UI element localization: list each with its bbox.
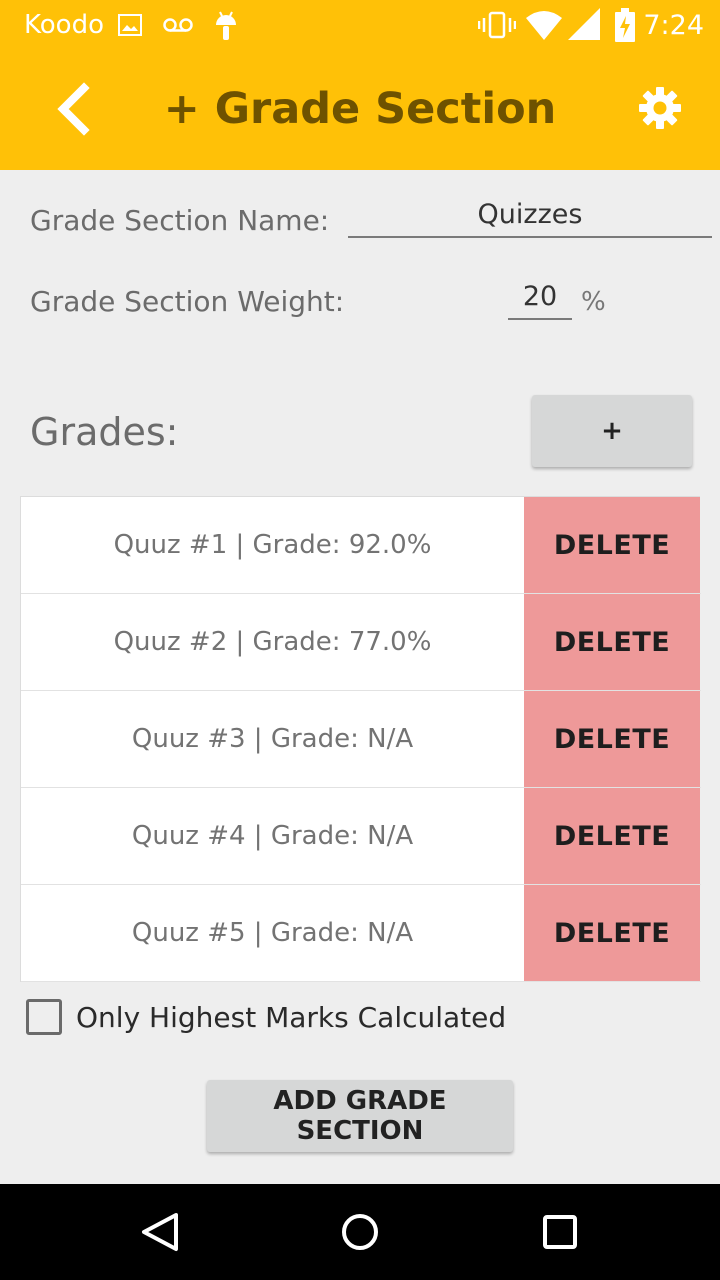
voicemail-icon bbox=[163, 18, 193, 32]
status-bar: Koodo 7:24 bbox=[0, 0, 720, 50]
clock: 7:24 bbox=[643, 10, 704, 41]
add-grade-section-button[interactable]: ADD GRADE SECTION bbox=[207, 1080, 513, 1152]
carrier-name: Koodo bbox=[24, 10, 104, 40]
grade-item-text: Quuz #1 | Grade: 92.0% bbox=[113, 530, 432, 560]
image-icon bbox=[118, 14, 142, 36]
section-name-label: Grade Section Name: bbox=[30, 204, 330, 237]
delete-button[interactable]: DELETE bbox=[524, 497, 700, 593]
grade-row[interactable]: Quuz #2 | Grade: 77.0% DELETE bbox=[21, 594, 701, 691]
back-triangle-icon bbox=[142, 1213, 178, 1251]
grade-item-text: Quuz #3 | Grade: N/A bbox=[131, 724, 414, 754]
grade-item-text: Quuz #4 | Grade: N/A bbox=[131, 821, 414, 851]
delete-button[interactable]: DELETE bbox=[524, 594, 700, 690]
navigation-bar bbox=[0, 1184, 720, 1280]
delete-button[interactable]: DELETE bbox=[524, 691, 700, 787]
weight-unit: % bbox=[581, 287, 606, 317]
add-grade-button[interactable]: + bbox=[532, 395, 692, 467]
toolbar: + Grade Section bbox=[0, 50, 720, 170]
grade-row[interactable]: Quuz #3 | Grade: N/A DELETE bbox=[21, 691, 701, 788]
grade-list: Quuz #1 | Grade: 92.0% DELETE Quuz #2 | … bbox=[20, 496, 701, 982]
nav-back-button[interactable] bbox=[132, 1204, 188, 1260]
signal-icon bbox=[568, 8, 600, 40]
grade-row[interactable]: Quuz #1 | Grade: 92.0% DELETE bbox=[21, 497, 701, 594]
settings-button[interactable] bbox=[636, 84, 684, 132]
delete-button[interactable]: DELETE bbox=[524, 788, 700, 884]
grade-item-text: Quuz #5 | Grade: N/A bbox=[131, 918, 414, 948]
recents-square-icon bbox=[543, 1215, 577, 1249]
highest-marks-label[interactable]: Only Highest Marks Calculated bbox=[76, 1001, 506, 1034]
page-title: + Grade Section bbox=[163, 84, 557, 134]
gear-icon bbox=[639, 87, 681, 129]
section-weight-input[interactable] bbox=[508, 274, 572, 320]
wifi-icon bbox=[526, 11, 562, 40]
android-icon bbox=[216, 11, 236, 40]
home-circle-icon bbox=[342, 1214, 378, 1250]
grades-heading: Grades: bbox=[30, 410, 179, 454]
vibrate-icon bbox=[478, 11, 516, 39]
highest-marks-checkbox[interactable] bbox=[26, 999, 62, 1035]
grade-item-text: Quuz #2 | Grade: 77.0% bbox=[113, 627, 432, 657]
nav-recents-button[interactable] bbox=[532, 1204, 588, 1260]
nav-home-button[interactable] bbox=[332, 1204, 388, 1260]
delete-button[interactable]: DELETE bbox=[524, 885, 700, 981]
grade-row[interactable]: Quuz #4 | Grade: N/A DELETE bbox=[21, 788, 701, 885]
section-weight-label: Grade Section Weight: bbox=[30, 285, 345, 318]
battery-charging-icon bbox=[615, 8, 635, 42]
section-name-input[interactable] bbox=[348, 192, 712, 238]
grade-row[interactable]: Quuz #5 | Grade: N/A DELETE bbox=[21, 885, 701, 982]
